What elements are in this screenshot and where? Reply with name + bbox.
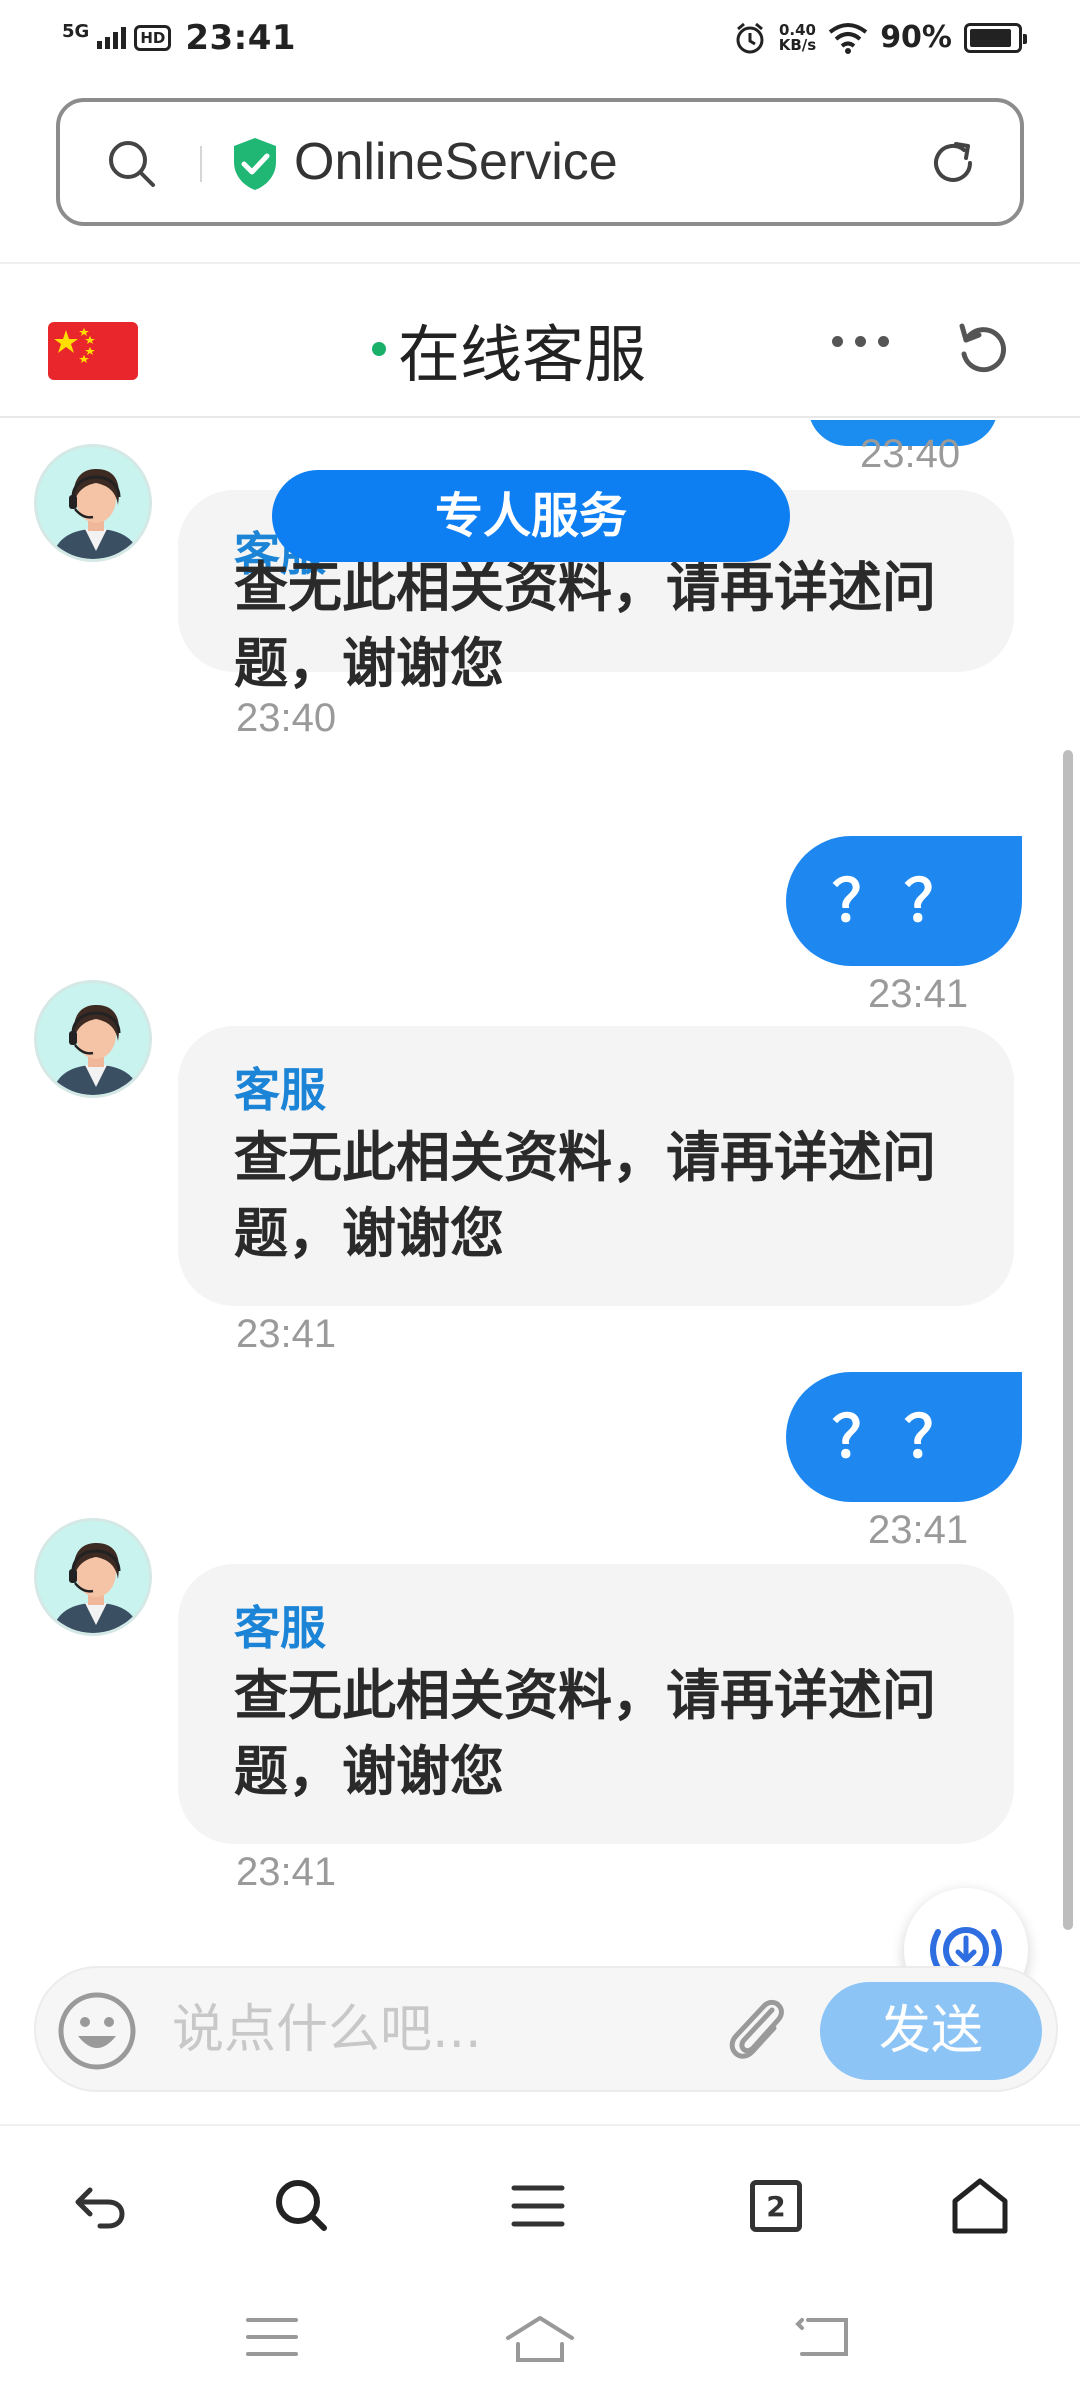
refresh-icon[interactable] xyxy=(952,318,1012,378)
search-icon[interactable] xyxy=(106,138,158,190)
status-right: 0.40 KB/s 90% xyxy=(733,20,1027,55)
battery-fill xyxy=(970,28,1012,47)
page-title: 在线客服 xyxy=(398,318,647,391)
agent-avatar xyxy=(34,444,152,562)
hd-badge: HD xyxy=(134,25,172,51)
message-time: 23:40 xyxy=(860,432,961,476)
send-button[interactable]: 发送 xyxy=(820,1982,1042,2080)
message-text: 查无此相关资料，请再详述问题，谢谢您 xyxy=(234,1126,936,1265)
agent-avatar-image xyxy=(51,469,141,559)
back-icon xyxy=(75,2187,125,2229)
agent-avatar-image xyxy=(51,1005,141,1095)
message-time: 23:40 xyxy=(236,696,337,740)
tabs-icon: 2 xyxy=(750,2180,802,2232)
network-speed: 0.40 KB/s xyxy=(778,22,817,54)
message-time: 23:41 xyxy=(236,1850,337,1894)
sender-name: 客服 xyxy=(234,1601,326,1655)
status-left: 5G HD 23:41 xyxy=(62,18,296,58)
shield-check-icon xyxy=(234,138,276,190)
home-icon[interactable] xyxy=(504,2314,576,2364)
battery-icon xyxy=(964,22,1027,53)
menu-button[interactable] xyxy=(502,2170,574,2242)
network-type: 5G xyxy=(62,21,90,42)
message-time: 23:41 xyxy=(868,1508,969,1552)
reload-icon[interactable] xyxy=(926,136,980,190)
battery-percent: 90% xyxy=(880,20,952,55)
message-time: 23:41 xyxy=(868,972,969,1016)
agent-bubble: 客服 查无此相关资料，请再详述问题，谢谢您 xyxy=(178,1026,1014,1306)
speed-unit: KB/s xyxy=(778,35,817,54)
message-text: 查无此相关资料，请再详述问题，谢谢您 xyxy=(234,556,936,695)
chat-area[interactable]: 23:40 客服 查无此相关资料，请再详述问题，谢谢您 23:40 ？？ 23:… xyxy=(0,420,1080,1960)
chat-header: 在线客服 xyxy=(0,262,1080,418)
tabs-button[interactable]: 2 xyxy=(740,2170,812,2242)
header-title-wrap: 在线客服 xyxy=(372,304,646,394)
attachment-icon[interactable] xyxy=(716,1990,796,2072)
back-button[interactable] xyxy=(64,2170,136,2242)
message-time: 23:41 xyxy=(236,1312,337,1356)
url-bar[interactable]: OnlineService xyxy=(56,98,1024,226)
agent-avatar-image xyxy=(51,1543,141,1633)
flag-stars xyxy=(54,328,95,363)
browser-toolbar: 2 xyxy=(0,2124,1080,2274)
system-navigation xyxy=(0,2274,1080,2400)
china-flag-icon[interactable] xyxy=(48,322,138,380)
menu-icon xyxy=(511,2185,565,2227)
alarm-icon xyxy=(736,22,764,53)
sender-name: 客服 xyxy=(234,1063,326,1117)
agent-avatar xyxy=(34,980,152,1098)
home-icon xyxy=(952,2178,1008,2234)
wifi-icon xyxy=(828,22,868,54)
emoji-icon[interactable] xyxy=(54,1988,140,2074)
recents-icon[interactable] xyxy=(244,2314,300,2360)
status-bar: 5G HD 23:41 0.40 KB/s 90% xyxy=(0,0,1080,80)
more-icon[interactable] xyxy=(832,336,889,347)
user-bubble: ？？ xyxy=(786,1372,1022,1502)
user-bubble: ？？ xyxy=(786,836,1022,966)
search-icon xyxy=(276,2180,327,2231)
message-text: 查无此相关资料，请再详述问题，谢谢您 xyxy=(234,1664,936,1803)
search-button[interactable] xyxy=(266,2170,338,2242)
home-button[interactable] xyxy=(944,2170,1016,2242)
back-icon[interactable] xyxy=(794,2314,850,2360)
agent-avatar xyxy=(34,1518,152,1636)
online-indicator xyxy=(372,342,386,356)
clock: 23:41 xyxy=(185,18,297,58)
signal-icon xyxy=(97,27,127,49)
dedicated-service-banner[interactable]: 专人服务 xyxy=(272,470,790,562)
message-input-bar: 发送 xyxy=(34,1966,1058,2092)
url-divider xyxy=(200,146,202,182)
url-text[interactable]: OnlineService xyxy=(294,132,618,192)
scrollbar[interactable] xyxy=(1063,750,1073,1930)
message-input[interactable] xyxy=(172,1990,732,2070)
agent-bubble: 客服 查无此相关资料，请再详述问题，谢谢您 xyxy=(178,1564,1014,1844)
